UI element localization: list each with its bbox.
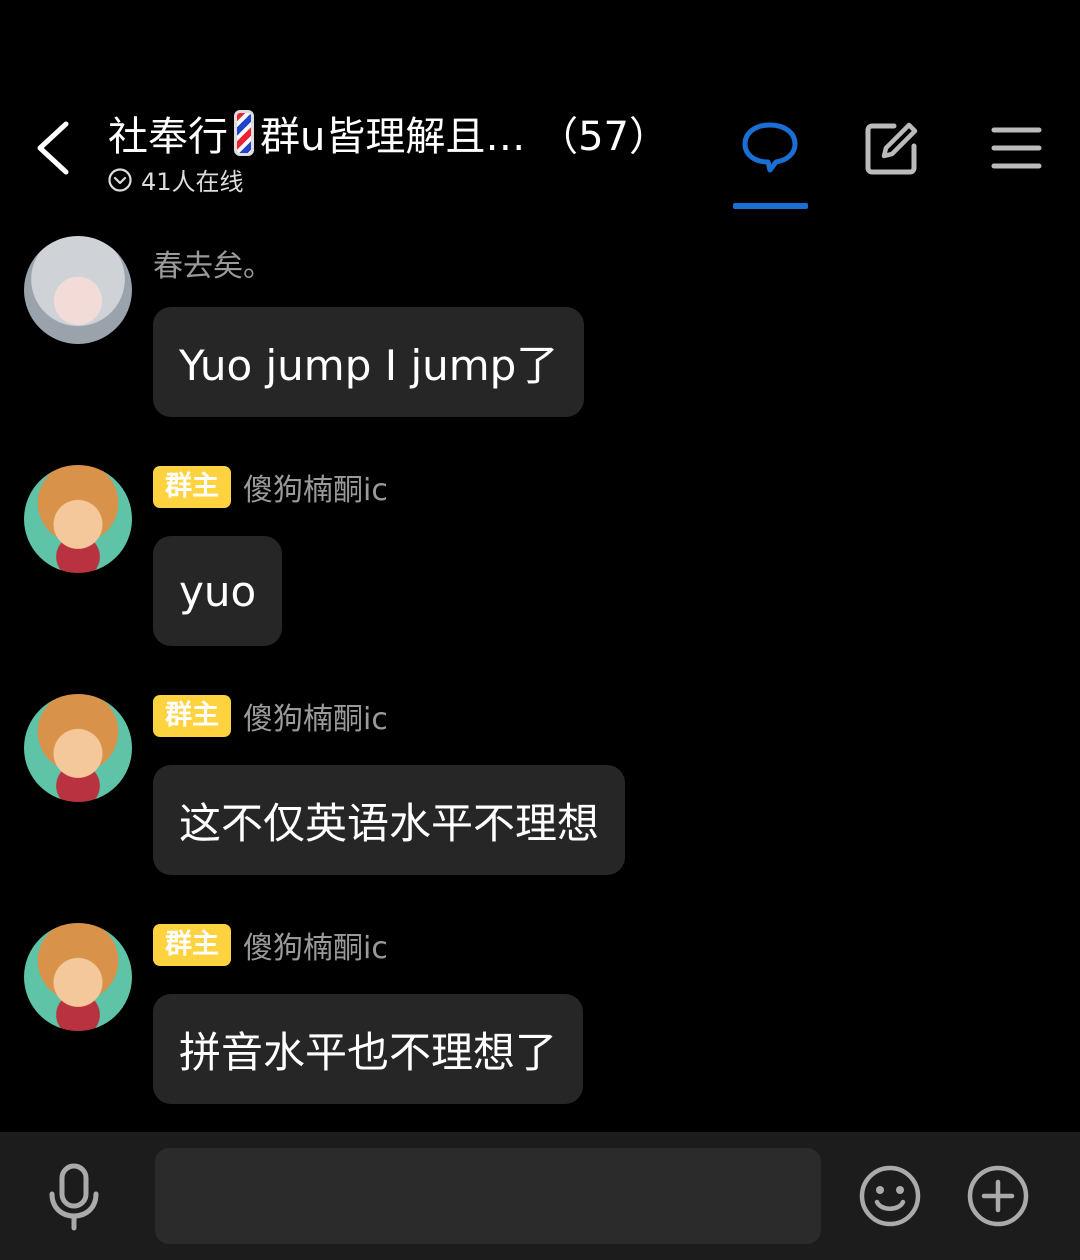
sender-line: 群主 傻狗楠酮ic <box>153 923 388 967</box>
plus-circle-icon[interactable] <box>966 1164 1030 1228</box>
message-text: Yuo jump I jump了 <box>179 340 559 390</box>
barber-pole-emoji <box>234 110 254 156</box>
anime-boy-avatar[interactable] <box>24 465 132 573</box>
sender-name[interactable]: 春去矣。 <box>153 241 273 285</box>
emoji-icon[interactable] <box>858 1164 922 1228</box>
message-bubble[interactable]: Yuo jump I jump了 <box>153 307 585 417</box>
anime-boy-avatar[interactable] <box>24 694 132 802</box>
message-text: 这不仅英语水平不理想 <box>179 798 600 848</box>
sender-line: 春去矣。 <box>153 241 273 285</box>
anime-girl-avatar[interactable] <box>24 236 132 344</box>
group-title[interactable]: 社奉行 群u皆理解且… （57） <box>108 104 669 162</box>
message-text: yuo <box>179 566 257 616</box>
group-owner-badge: 群主 <box>153 924 231 966</box>
online-count: 41人在线 <box>141 168 244 196</box>
chat-bubble-icon[interactable] <box>740 118 800 178</box>
online-status[interactable]: 41人在线 <box>107 162 244 197</box>
active-tab-indicator <box>733 203 808 209</box>
sender-name[interactable]: 傻狗楠酮ic <box>243 465 388 509</box>
menu-icon[interactable] <box>987 118 1047 178</box>
anime-boy-avatar[interactable] <box>24 923 132 1031</box>
message-input[interactable] <box>155 1148 821 1244</box>
sender-name[interactable]: 傻狗楠酮ic <box>243 923 388 967</box>
input-bar <box>0 1132 1080 1260</box>
group-title-part2: 群u皆理解且… （57） <box>260 114 669 160</box>
edit-icon[interactable] <box>862 118 922 178</box>
sender-line: 群主 傻狗楠酮ic <box>153 694 388 738</box>
group-owner-badge: 群主 <box>153 695 231 737</box>
message-bubble[interactable]: yuo <box>153 536 283 646</box>
group-owner-badge: 群主 <box>153 466 231 508</box>
sender-name[interactable]: 傻狗楠酮ic <box>243 694 388 738</box>
group-title-part1: 社奉行 <box>108 114 228 160</box>
chat-header: 社奉行 群u皆理解且… （57） 41人在线 <box>0 0 1080 215</box>
chevron-down-circle-icon <box>108 167 132 192</box>
microphone-icon[interactable] <box>44 1162 104 1232</box>
message-bubble[interactable]: 这不仅英语水平不理想 <box>153 765 626 875</box>
sender-line: 群主 傻狗楠酮ic <box>153 465 388 509</box>
message-bubble[interactable]: 拼音水平也不理想了 <box>153 994 584 1104</box>
message-text: 拼音水平也不理想了 <box>179 1027 558 1077</box>
back-arrow-icon[interactable] <box>30 118 80 178</box>
